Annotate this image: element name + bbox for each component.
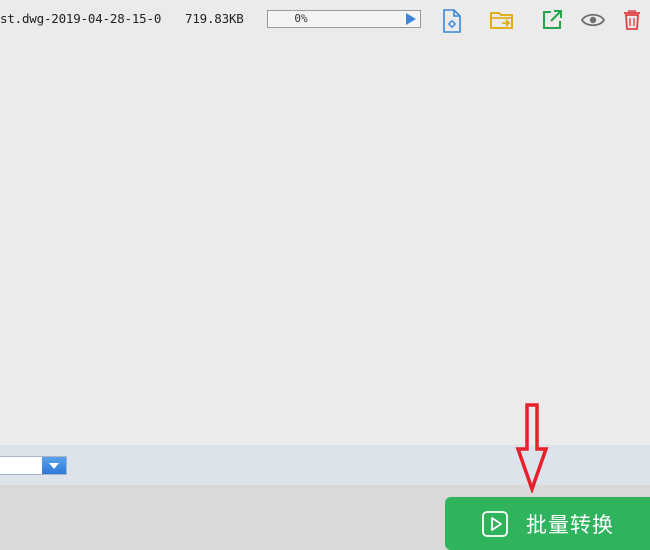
output-settings-strip: [0, 445, 650, 485]
app-window: st.dwg-2019-04-28-15-0 719.83KB 0% 批量转换: [0, 0, 650, 550]
progress-percent: 0%: [294, 12, 308, 25]
down-arrow-icon: [515, 403, 549, 493]
chevron-down-icon[interactable]: [42, 457, 66, 474]
delete-trash-icon[interactable]: [622, 9, 644, 31]
file-name: st.dwg-2019-04-28-15-0: [0, 11, 162, 26]
batch-convert-label: 批量转换: [526, 513, 614, 537]
file-list-row: st.dwg-2019-04-28-15-0 719.83KB 0%: [0, 0, 650, 40]
batch-convert-button[interactable]: 批量转换: [445, 497, 650, 550]
open-folder-icon[interactable]: [490, 9, 513, 31]
preview-eye-icon[interactable]: [581, 9, 605, 31]
conversion-progress-bar: 0%: [267, 10, 421, 28]
file-settings-icon[interactable]: [441, 9, 463, 33]
play-icon[interactable]: [405, 13, 417, 25]
file-size: 719.83KB: [185, 11, 244, 26]
output-format-select[interactable]: [0, 456, 67, 475]
open-external-icon[interactable]: [541, 9, 563, 31]
play-icon: [482, 511, 508, 537]
